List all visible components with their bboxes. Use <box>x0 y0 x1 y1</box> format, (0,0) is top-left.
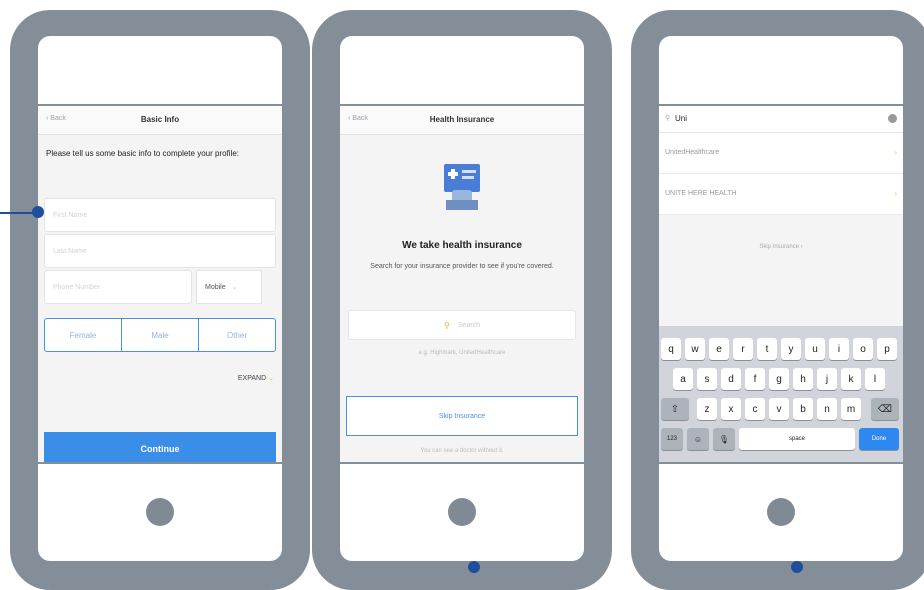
key[interactable]: i <box>829 338 849 360</box>
backspace-icon[interactable]: ⌫ <box>871 398 899 420</box>
health-insurance-screen: ‹ Back Health Insurance We take health i… <box>340 106 584 462</box>
insurance-search-input[interactable]: ⚲ Search <box>348 310 576 340</box>
search-placeholder: Search <box>457 321 481 329</box>
result-item[interactable]: UnitedHealthcare › <box>659 133 903 174</box>
key[interactable]: k <box>841 368 861 390</box>
home-button[interactable] <box>767 498 795 526</box>
chevron-down-icon: ⌄ <box>231 284 238 291</box>
emoji-icon[interactable]: ☺ <box>687 428 709 450</box>
key[interactable]: r <box>733 338 753 360</box>
result-label: UNITE HERE HEALTH <box>665 190 737 197</box>
bottom-bezel <box>38 464 282 561</box>
expand-button[interactable]: EXPAND ⌄ <box>238 374 274 382</box>
search-query: Uni <box>675 114 688 123</box>
key[interactable]: p <box>877 338 897 360</box>
clear-icon[interactable] <box>888 114 897 123</box>
navbar: ‹ Back Health Insurance <box>340 106 584 135</box>
search-bar[interactable]: ⚲ Uni <box>659 106 903 133</box>
mic-icon[interactable]: 🎙 <box>713 428 735 450</box>
key[interactable]: a <box>673 368 693 390</box>
first-name-field[interactable]: First Name <box>44 198 276 232</box>
home-button[interactable] <box>448 498 476 526</box>
chevron-down-icon: ⌄ <box>268 375 274 382</box>
key[interactable]: w <box>685 338 705 360</box>
sex-selector: Female Male Other <box>44 318 276 352</box>
last-name-field[interactable]: Last Name <box>44 234 276 268</box>
search-icon: ⚲ <box>665 115 671 122</box>
page-title: Health Insurance <box>429 115 495 124</box>
keyboard-row-4: 123 ☺ 🎙 space Done <box>659 428 903 450</box>
home-button[interactable] <box>146 498 174 526</box>
phone-basic-info: ‹ Back Basic Info Please tell us some ba… <box>10 10 310 590</box>
sex-option-male[interactable]: Male <box>122 319 199 351</box>
insurance-heading: We take health insurance <box>402 240 522 251</box>
skip-insurance-button[interactable]: Skip Insurance <box>346 396 578 436</box>
skip-insurance-link[interactable]: Skip Insurance › <box>659 244 903 250</box>
sex-option-other[interactable]: Other <box>199 319 275 351</box>
page-title: Basic Info <box>140 115 180 124</box>
key[interactable]: t <box>757 338 777 360</box>
phone-number-field[interactable]: Phone Number <box>44 270 192 304</box>
annotation-marker <box>32 206 44 218</box>
key[interactable]: l <box>865 368 885 390</box>
key[interactable]: u <box>805 338 825 360</box>
space-key[interactable]: space <box>739 428 855 450</box>
result-item[interactable]: UNITE HERE HEALTH › <box>659 174 903 215</box>
key[interactable]: d <box>721 368 741 390</box>
chevron-right-icon: › <box>894 189 897 198</box>
insurance-search-screen: ⚲ Uni UnitedHealthcare › UNITE HERE HEAL… <box>659 106 903 462</box>
phone-health-insurance: ‹ Back Health Insurance We take health i… <box>312 10 612 590</box>
key[interactable]: y <box>781 338 801 360</box>
phone-insurance-search: ⚲ Uni UnitedHealthcare › UNITE HERE HEAL… <box>631 10 924 590</box>
key[interactable]: m <box>841 398 861 420</box>
navbar: ‹ Back Basic Info <box>38 106 282 135</box>
annotation-marker <box>791 561 803 573</box>
search-example: e.g. Highmark, UnitedHealthcare <box>418 350 506 356</box>
top-bezel <box>38 36 282 104</box>
key[interactable]: z <box>697 398 717 420</box>
top-bezel <box>659 36 903 104</box>
keyboard-row-2: a s d f g h j k l <box>659 368 903 390</box>
numbers-key[interactable]: 123 <box>661 428 683 450</box>
key[interactable]: c <box>745 398 765 420</box>
insurance-subtitle: Search for your insurance provider to se… <box>370 263 554 270</box>
key[interactable]: x <box>721 398 741 420</box>
chevron-right-icon: › <box>894 148 897 157</box>
insurance-card-icon <box>444 164 480 210</box>
intro-text: Please tell us some basic info to comple… <box>46 149 239 158</box>
key[interactable]: n <box>817 398 837 420</box>
key[interactable]: h <box>793 368 813 390</box>
skip-hint: You can see a doctor without it. <box>420 448 504 454</box>
key[interactable]: s <box>697 368 717 390</box>
bottom-bezel <box>659 464 903 561</box>
annotation-line <box>0 212 36 214</box>
result-label: UnitedHealthcare <box>665 149 720 156</box>
key[interactable]: j <box>817 368 837 390</box>
keyboard: q w e r t y u i o p a s d f g h j k l ⇧ … <box>659 326 903 462</box>
bottom-bezel <box>340 464 584 561</box>
key[interactable]: b <box>793 398 813 420</box>
phone-type-select[interactable]: Mobile ⌄ <box>196 270 262 304</box>
key[interactable]: o <box>853 338 873 360</box>
basic-info-screen: ‹ Back Basic Info Please tell us some ba… <box>38 106 282 462</box>
top-bezel <box>340 36 584 104</box>
shift-icon[interactable]: ⇧ <box>661 398 689 420</box>
key[interactable]: g <box>769 368 789 390</box>
keyboard-row-3: ⇧ z x c v b n m ⌫ <box>659 398 903 420</box>
key[interactable]: q <box>661 338 681 360</box>
sex-option-female[interactable]: Female <box>45 319 122 351</box>
annotation-marker <box>468 561 480 573</box>
key[interactable]: f <box>745 368 765 390</box>
expand-label: EXPAND <box>237 375 267 382</box>
phone-type-value: Mobile <box>205 283 226 291</box>
key[interactable]: e <box>709 338 729 360</box>
search-icon: ⚲ <box>443 320 450 330</box>
done-key[interactable]: Done <box>859 428 899 450</box>
continue-button[interactable]: Continue <box>44 432 276 462</box>
key[interactable]: v <box>769 398 789 420</box>
keyboard-row-1: q w e r t y u i o p <box>659 338 903 360</box>
